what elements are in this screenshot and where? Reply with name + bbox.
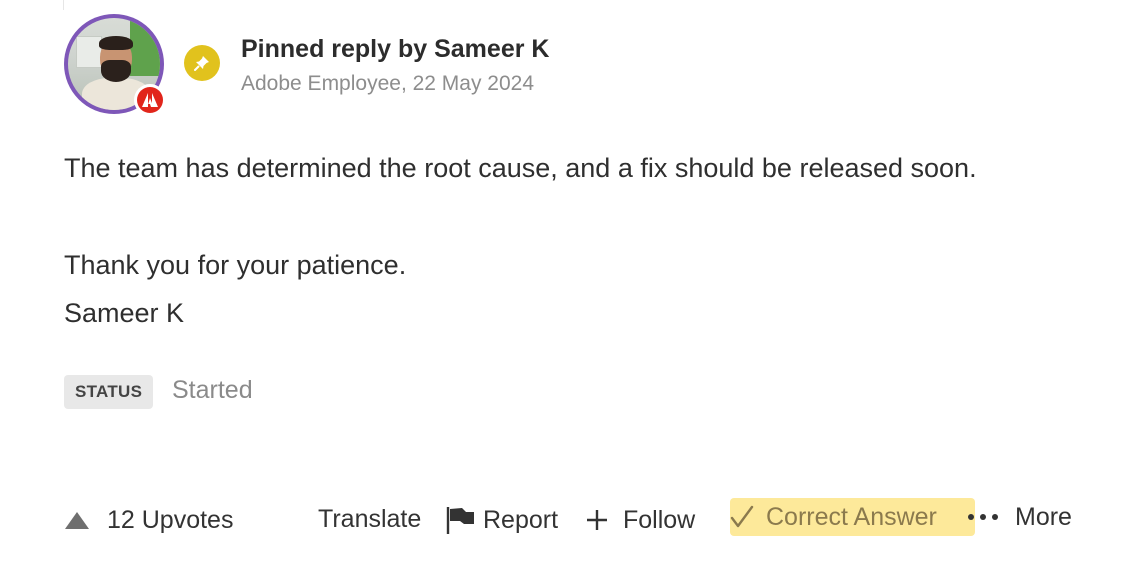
plus-icon [585, 508, 609, 532]
post-body-line: Thank you for your patience. [64, 250, 407, 280]
flag-icon [445, 505, 475, 535]
ellipsis-icon [967, 512, 999, 522]
follow-label: Follow [623, 505, 696, 534]
translate-button[interactable]: Translate [318, 499, 421, 539]
post-signature: Sameer K [64, 298, 185, 328]
upvote-button[interactable]: 12 Upvotes [64, 500, 233, 540]
follow-button[interactable]: Follow [585, 500, 695, 540]
post-meta: Adobe Employee, 22 May 2024 [241, 72, 535, 95]
checkmark-icon [730, 505, 754, 529]
status-value: Started [172, 376, 253, 404]
report-label: Report [483, 505, 559, 534]
pin-icon [184, 45, 220, 81]
post-body-line: The team has determined the root cause, … [64, 153, 977, 183]
correct-answer-button[interactable]: Correct Answer [730, 498, 975, 536]
more-button[interactable]: More [967, 497, 1072, 537]
report-button[interactable]: Report [445, 500, 558, 540]
upvote-count: 12 Upvotes [107, 505, 234, 534]
adobe-logo-icon [134, 84, 166, 116]
divider [63, 0, 64, 10]
correct-answer-label: Correct Answer [766, 502, 937, 531]
more-label: More [1015, 502, 1072, 531]
post-title: Pinned reply by Sameer K [241, 35, 550, 63]
status-badge: STATUS [64, 375, 154, 409]
triangle-up-icon [64, 510, 90, 530]
